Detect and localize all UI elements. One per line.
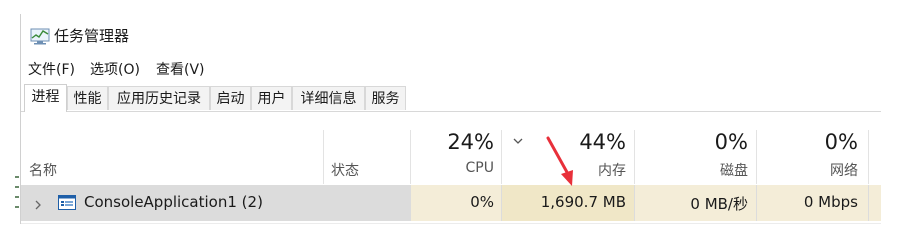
column-header-memory[interactable]: 内存	[598, 160, 626, 180]
console-app-icon	[58, 195, 76, 210]
column-header-status[interactable]: 状态	[331, 160, 359, 180]
overflow-cell	[869, 185, 881, 221]
expand-chevron-icon[interactable]	[33, 196, 43, 210]
column-separator[interactable]	[323, 130, 324, 184]
annotation-arrow-icon	[540, 134, 580, 190]
column-header-cpu[interactable]: CPU	[466, 160, 494, 176]
divider	[21, 223, 881, 224]
column-separator[interactable]	[868, 130, 869, 184]
tab-app-history[interactable]: 应用历史记录	[108, 86, 210, 110]
process-name: ConsoleApplication1 (2)	[84, 193, 263, 211]
process-network: 0 Mbps	[803, 193, 858, 211]
task-manager-icon	[30, 27, 50, 45]
column-header-name[interactable]: 名称	[29, 160, 57, 180]
column-header-disk[interactable]: 磁盘	[720, 160, 748, 180]
menu-options[interactable]: 选项(O)	[90, 59, 140, 79]
outer-window-strip	[0, 0, 20, 240]
menu-view[interactable]: 查看(V)	[156, 59, 205, 79]
tab-startup[interactable]: 启动	[210, 86, 251, 110]
process-disk: 0 MB/秒	[690, 195, 748, 213]
tab-users[interactable]: 用户	[251, 86, 292, 110]
process-cpu: 0%	[470, 193, 494, 211]
tab-processes[interactable]: 进程	[24, 84, 67, 112]
column-separator[interactable]	[501, 130, 502, 184]
cpu-percent: 24%	[447, 130, 494, 154]
sort-chevron-icon[interactable]	[512, 131, 524, 144]
column-separator[interactable]	[410, 130, 411, 184]
window-title: 任务管理器	[54, 27, 130, 45]
tab-services[interactable]: 服务	[365, 86, 406, 110]
tab-details[interactable]: 详细信息	[292, 86, 365, 110]
column-header-network[interactable]: 网络	[830, 160, 858, 180]
process-memory: 1,690.7 MB	[540, 193, 626, 211]
column-separator[interactable]	[634, 130, 635, 184]
menu-bar	[21, 56, 881, 80]
menu-file[interactable]: 文件(F)	[28, 59, 75, 79]
disk-percent: 0%	[714, 130, 748, 154]
memory-percent: 44%	[579, 130, 626, 154]
title-bar[interactable]	[21, 16, 881, 56]
network-percent: 0%	[824, 130, 858, 154]
column-separator[interactable]	[756, 130, 757, 184]
tab-performance[interactable]: 性能	[67, 86, 108, 110]
